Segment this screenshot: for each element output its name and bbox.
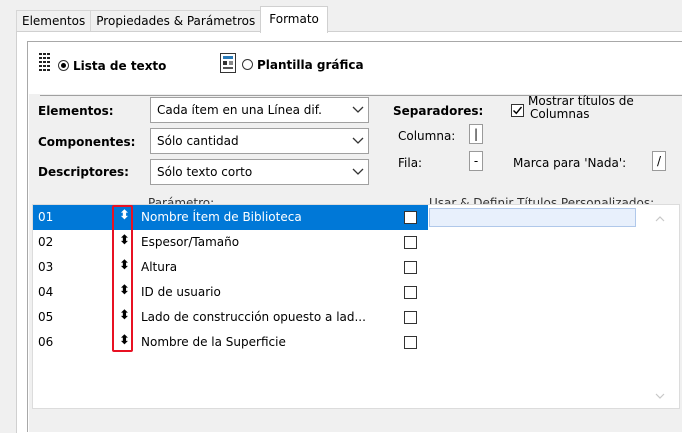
list-item[interactable]: 03 ⬍ Altura (33, 255, 428, 280)
scroll-down-icon[interactable] (655, 392, 665, 400)
show-column-titles-checkbox[interactable] (511, 104, 524, 117)
nada-mark-label: Marca para 'Nada': (513, 156, 627, 170)
nada-mark-field[interactable]: / (652, 151, 666, 171)
use-custom-title-checkbox[interactable] (404, 286, 417, 299)
descriptores-label: Descriptores: (38, 165, 129, 179)
graphic-template-option[interactable]: Plantilla gráfica (220, 53, 364, 76)
fila-label: Fila: (398, 156, 423, 170)
row-separator-field[interactable]: - (469, 151, 483, 171)
componentes-value: Sólo cantidad (157, 134, 239, 148)
graphic-template-label: Plantilla gráfica (257, 57, 364, 72)
columna-label: Columna: (398, 129, 456, 143)
list-item[interactable]: 02 ⬍ Espesor/Tamaño (33, 230, 428, 255)
show-column-titles-label: Mostrar títulos de Columnas (528, 94, 634, 121)
chevron-down-icon (352, 106, 364, 113)
list-item[interactable]: 05 ⬍ Lado de construcción opuesto a lad.… (33, 305, 428, 330)
tab-elementos[interactable]: Elementos (16, 10, 92, 31)
use-custom-title-checkbox[interactable] (404, 311, 417, 324)
scroll-up-icon[interactable] (655, 215, 665, 223)
text-list-label: Lista de texto (73, 58, 167, 73)
text-list-option[interactable]: Lista de texto (38, 53, 166, 78)
chevron-down-icon (352, 137, 364, 144)
tab-bar: Elementos Propiedades & Parámetros Forma… (16, 6, 328, 33)
use-custom-title-checkbox[interactable] (404, 336, 417, 349)
chevron-down-icon (352, 168, 364, 175)
tab-formato[interactable]: Formato (260, 6, 328, 33)
use-custom-title-checkbox[interactable] (404, 261, 417, 274)
checkmark-icon (513, 106, 523, 115)
graphic-template-icon (220, 53, 236, 76)
list-item[interactable]: 06 ⬍ Nombre de la Superficie (33, 330, 428, 355)
column-separator-field[interactable]: | (469, 124, 483, 144)
use-custom-title-checkbox[interactable] (404, 236, 417, 249)
custom-title-input[interactable] (429, 208, 636, 227)
list-item[interactable]: 01 ⬍ Nombre Ítem de Biblioteca (33, 205, 636, 230)
highlight-box (112, 205, 133, 352)
graphic-template-radio[interactable] (242, 59, 253, 70)
componentes-dropdown[interactable]: Sólo cantidad (150, 128, 369, 154)
separadores-label: Separadores: (393, 104, 484, 118)
text-list-icon (38, 53, 52, 78)
list-item[interactable]: 04 ⬍ ID de usuario (33, 280, 428, 305)
use-custom-title-checkbox[interactable] (404, 211, 417, 224)
text-list-radio[interactable] (58, 60, 69, 71)
elementos-label: Elementos: (38, 104, 114, 118)
descriptores-dropdown[interactable]: Sólo texto corto (150, 159, 369, 185)
componentes-label: Componentes: (38, 135, 136, 149)
tab-propiedades-parametros[interactable]: Propiedades & Parámetros (90, 10, 262, 31)
elementos-value: Cada ítem en una Línea dif. (157, 103, 322, 117)
elementos-dropdown[interactable]: Cada ítem en una Línea dif. (150, 97, 369, 123)
descriptores-value: Sólo texto corto (157, 165, 253, 179)
